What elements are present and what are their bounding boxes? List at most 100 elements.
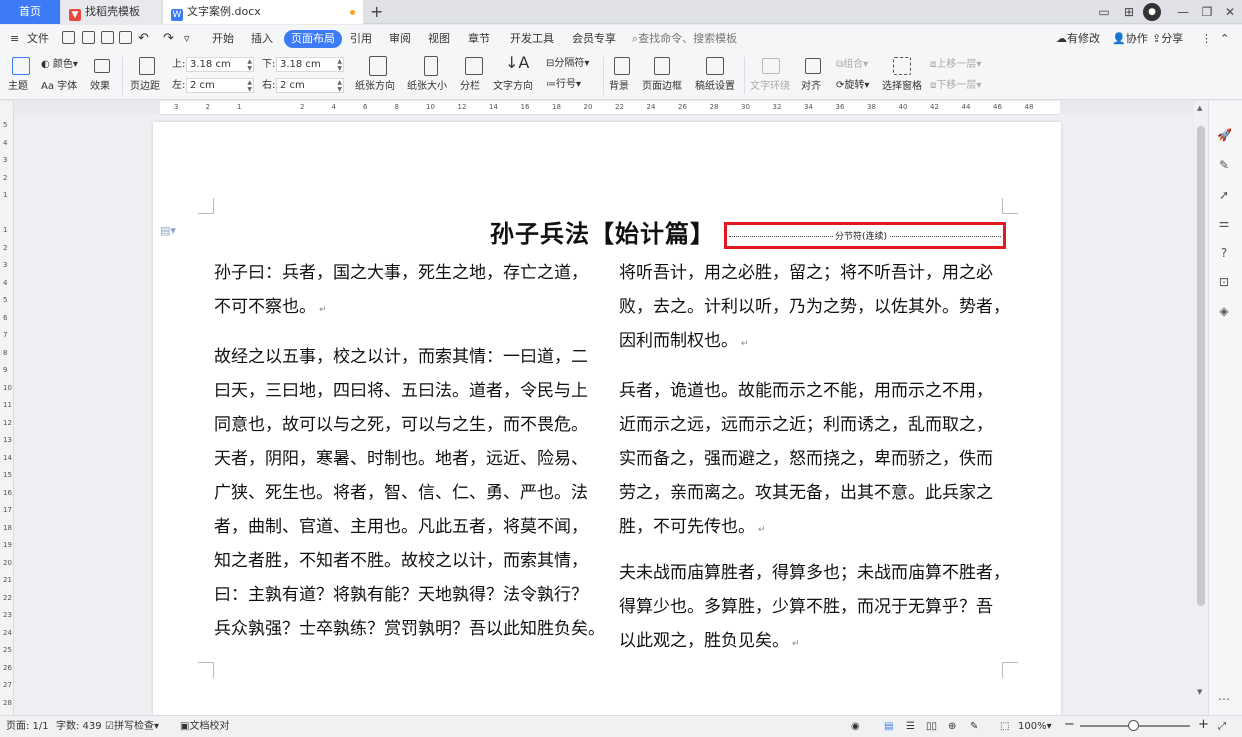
spinner-icon[interactable]: ▲ ▼ <box>247 58 252 72</box>
menu-member[interactable]: 会员专享 <box>572 31 616 47</box>
text-line[interactable]: 兵众孰强？士卒孰练？赏罚孰明？吾以此知胜负矣。 <box>214 612 605 646</box>
changes-button[interactable]: ☁有修改 <box>1056 31 1100 47</box>
text-line[interactable]: 兵者，诡道也。故能而示之不能，用而示之不用， <box>619 374 993 408</box>
tab-home[interactable]: 首页 <box>0 0 60 24</box>
text-line[interactable]: 胜，不可先传也。 ↵ <box>619 510 766 547</box>
text-line[interactable]: 孙子曰：兵者，国之大事，死生之地，存亡之道， <box>214 256 588 290</box>
pen-icon[interactable]: ✎ <box>1217 158 1231 172</box>
read-view-icon[interactable]: ▯▯ <box>926 720 937 734</box>
font-button[interactable]: Aa 字体 <box>41 80 77 93</box>
effect-icon[interactable] <box>94 59 110 73</box>
zoom-slider-handle[interactable] <box>1128 720 1139 731</box>
background-icon[interactable] <box>614 57 630 75</box>
save-icon[interactable] <box>62 31 75 44</box>
zoom-in-icon[interactable]: + <box>1198 718 1209 732</box>
eye-icon[interactable]: ◉ <box>851 720 860 734</box>
menu-start[interactable]: 开始 <box>212 31 234 47</box>
orientation-button[interactable]: 纸张方向 <box>355 80 395 93</box>
scroll-thumb[interactable] <box>1197 126 1205 606</box>
page-title[interactable]: 孙子兵法【始计篇】 <box>490 214 715 249</box>
columns-icon[interactable] <box>465 57 483 75</box>
text-line[interactable]: 故经之以五事，校之以计，而索其情：一曰道，二 <box>214 340 588 374</box>
spinner-icon[interactable]: ▲ ▼ <box>337 58 342 72</box>
minimize-icon[interactable]: — <box>1172 0 1194 24</box>
redo-icon[interactable]: ↷ <box>163 31 174 47</box>
vertical-ruler[interactable]: 5 4 3 2 1 1 2 3 4 5 6 7 8 9 10 11 12 13 14 15 16 17 18 19 20 21 22… <box>0 101 14 724</box>
page-view-icon[interactable]: ▤ <box>884 720 893 734</box>
text-line[interactable]: 天者，阴阳，寒暑、时制也。地者，远近、险易、 <box>214 442 588 476</box>
restore-icon[interactable]: ❐ <box>1196 0 1218 24</box>
spell-check-button[interactable]: ☑拼写检查▾ <box>105 720 159 734</box>
bottom-margin-input[interactable]: 3.18 cm ▲ ▼ <box>276 57 344 72</box>
image-settings-icon[interactable]: ⊡ <box>1217 275 1231 289</box>
close-icon[interactable]: ✕ <box>1219 0 1241 24</box>
text-line[interactable]: 败，去之。计利以听，乃为之势，以佐其外。势者， <box>619 290 1010 324</box>
spinner-icon[interactable]: ▲ ▼ <box>247 79 252 93</box>
theme-button[interactable]: 主题 <box>8 80 28 93</box>
tab-template[interactable]: ▼ 找稻壳模板 <box>61 0 161 24</box>
theme-icon[interactable] <box>12 57 30 75</box>
text-line[interactable]: 不可不察也。 ↵ <box>214 290 327 327</box>
grid-paper-icon[interactable] <box>706 57 724 75</box>
text-line[interactable]: 夫未战而庙算胜者，得算多也；未战而庙算不胜者， <box>619 556 1010 590</box>
spinner-icon[interactable]: ▲ ▼ <box>337 79 342 93</box>
left-margin-input[interactable]: 2 cm ▲ ▼ <box>186 78 254 93</box>
menu-references[interactable]: 引用 <box>350 31 372 47</box>
text-line[interactable]: 实而备之，强而避之，怒而挠之，卑而骄之，佚而 <box>619 442 993 476</box>
menu-developer[interactable]: 开发工具 <box>510 31 554 47</box>
breaks-button[interactable]: ⊟分隔符▾ <box>546 57 589 70</box>
page-border-icon[interactable] <box>654 57 670 75</box>
text-line[interactable]: 知之者胜，不知者不胜。故校之以计，而索其情， <box>214 544 588 578</box>
text-line[interactable]: 曰：主孰有道？将孰有能？天地孰得？法令孰行？ <box>214 578 588 612</box>
menu-insert[interactable]: 插入 <box>251 31 273 47</box>
write-view-icon[interactable]: ✎ <box>970 720 978 734</box>
tab-document[interactable]: W 文字案例.docx <box>163 0 363 24</box>
text-line[interactable]: 同意也，故可以与之死，可以与之生，而不畏危。 <box>214 408 588 442</box>
right-margin-input[interactable]: 2 cm ▲ ▼ <box>276 78 344 93</box>
scroll-down-icon[interactable]: ▼ <box>1197 688 1202 696</box>
selection-pane-icon[interactable] <box>893 57 911 75</box>
text-line[interactable]: 因利而制权也。 ↵ <box>619 324 749 361</box>
selection-pane-button[interactable]: 选择窗格 <box>882 80 922 93</box>
menu-view[interactable]: 视图 <box>428 31 450 47</box>
new-tab-button[interactable]: + <box>370 0 383 24</box>
page-count[interactable]: 页面: 1/1 <box>6 720 49 734</box>
horizontal-ruler[interactable]: 3 2 1 2 4 6 8 10 12 14 16 18 20 22 24 26 28 30 32 34 36 38 40 4… <box>160 101 1060 115</box>
text-direction-button[interactable]: 文字方向 <box>493 80 533 93</box>
grid-paper-button[interactable]: 稿纸设置 <box>695 80 735 93</box>
line-number-button[interactable]: ≔行号▾ <box>546 78 581 91</box>
web-view-icon[interactable]: ⊕ <box>948 720 956 734</box>
zoom-level[interactable]: 100%▾ <box>1018 720 1052 734</box>
location-icon[interactable]: ◈ <box>1217 304 1231 318</box>
outline-view-icon[interactable]: ☰ <box>906 720 915 734</box>
paper-size-icon[interactable] <box>424 56 438 76</box>
text-direction-icon[interactable]: ↓A <box>505 55 529 71</box>
menu-chapter[interactable]: 章节 <box>468 31 490 47</box>
top-margin-input[interactable]: 3.18 cm ▲ ▼ <box>186 57 254 72</box>
collapse-ribbon-icon[interactable]: ⌃ <box>1220 31 1229 47</box>
text-line[interactable]: 广狭、死生也。将者，智、信、仁、勇、严也。法 <box>214 476 588 510</box>
menu-page-layout[interactable]: 页面布局 <box>284 30 342 48</box>
text-line[interactable]: 劳之，亲而离之。攻其无备，出其不意。此兵家之 <box>619 476 993 510</box>
text-line[interactable]: 得算少也。多算胜，少算不胜，而况于无算乎？吾 <box>619 590 993 624</box>
paragraph-handle-icon[interactable]: ▤▾ <box>160 224 176 237</box>
share-button[interactable]: ⇪分享 <box>1152 31 1183 47</box>
undo-icon[interactable]: ↶ <box>138 31 149 47</box>
zoom-out-icon[interactable]: − <box>1064 718 1075 732</box>
menu-file[interactable]: 文件 <box>27 31 49 47</box>
rotate-button[interactable]: ⟳旋转▾ <box>836 79 869 92</box>
help-icon[interactable]: ? <box>1217 246 1231 260</box>
layout-icon[interactable]: ▭ <box>1093 0 1115 24</box>
word-count[interactable]: 字数: 439 <box>56 720 102 734</box>
export-pdf-icon[interactable] <box>82 31 95 44</box>
rocket-icon[interactable]: 🚀 <box>1217 128 1232 142</box>
columns-button[interactable]: 分栏 <box>460 80 480 93</box>
margin-button[interactable]: 页边距 <box>130 80 160 93</box>
text-line[interactable]: 曰天，三曰地，四曰将、五曰法。道者，令民与上 <box>214 374 588 408</box>
more-icon[interactable]: ⋮ <box>1201 31 1212 47</box>
quick-dropdown-icon[interactable]: ▿ <box>184 31 190 47</box>
apps-grid-icon[interactable]: ⊞ <box>1118 0 1140 24</box>
margin-icon[interactable] <box>139 57 155 75</box>
collab-button[interactable]: 👤协作 <box>1112 31 1148 47</box>
cursor-icon[interactable]: ➚ <box>1217 188 1231 202</box>
